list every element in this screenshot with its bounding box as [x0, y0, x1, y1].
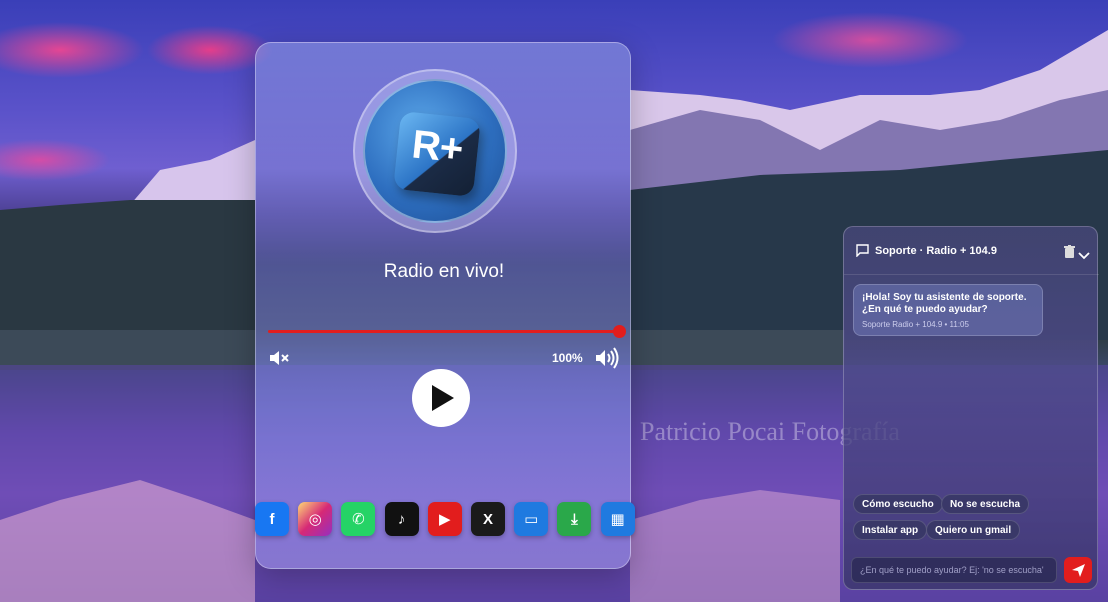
film-icon: ▦ — [610, 511, 625, 528]
chip-no-se-escucha[interactable]: No se escucha — [941, 494, 1030, 514]
send-icon — [1071, 563, 1085, 577]
assistant-message: ¡Hola! Soy tu asistente de soporte. ¿En … — [853, 284, 1043, 336]
instagram-icon: ◎ — [308, 511, 322, 528]
radio-player-card: R+ Radio en vivo! 100% f ◎ ✆ ♪ ▶ X ▭ ⤓ ▦ — [255, 42, 635, 569]
facebook-button[interactable]: f — [255, 502, 289, 536]
progress-bar[interactable] — [268, 330, 620, 333]
player-title: Radio en vivo! — [383, 261, 505, 282]
progress-knob[interactable] — [613, 325, 626, 338]
instagram-button[interactable]: ◎ — [298, 502, 333, 536]
whatsapp-button[interactable]: ✆ — [341, 502, 376, 536]
play-icon — [432, 385, 454, 411]
chat-title: Soporte · Radio + 104.9 — [875, 245, 997, 257]
message-text: ¡Hola! Soy tu asistente de soporte. ¿En … — [862, 292, 1027, 315]
logo-text: R+ — [409, 122, 465, 172]
chat-header: Soporte · Radio + 104.9 — [844, 227, 1099, 275]
tiktok-icon: ♪ — [397, 510, 406, 528]
volume-icon[interactable] — [594, 347, 620, 374]
volume-level: 100% — [552, 351, 583, 365]
tiktok-button[interactable]: ♪ — [384, 502, 419, 536]
send-button[interactable] — [1064, 557, 1092, 583]
youtube-button[interactable]: ▶ — [427, 502, 462, 536]
tv-icon: ▭ — [524, 511, 539, 528]
station-logo: R+ — [353, 69, 517, 233]
play-button[interactable] — [412, 369, 470, 427]
chat-bubble-icon — [856, 244, 869, 262]
mute-icon[interactable] — [268, 348, 292, 373]
chip-como-escucho[interactable]: Cómo escucho — [853, 494, 943, 514]
support-chat-panel: Soporte · Radio + 104.9 ¡Hola! Soy tu as… — [843, 226, 1099, 590]
chevron-down-icon[interactable] — [1078, 247, 1090, 265]
chat-input[interactable] — [851, 557, 1057, 583]
youtube-icon: ▶ — [439, 511, 451, 528]
facebook-icon: f — [269, 510, 275, 528]
film-button[interactable]: ▦ — [600, 502, 635, 536]
trash-icon[interactable] — [1064, 245, 1075, 263]
whatsapp-icon: ✆ — [352, 511, 365, 528]
x-button[interactable]: X — [471, 502, 505, 536]
message-meta: Soporte Radio + 104.9 • 11:05 — [862, 320, 969, 329]
logo-circle: R+ — [363, 79, 507, 223]
chip-instalar-app[interactable]: Instalar app — [853, 520, 928, 540]
tv-button[interactable]: ▭ — [514, 502, 549, 536]
x-icon: X — [482, 510, 493, 528]
download-button[interactable]: ⤓ — [557, 502, 592, 536]
download-icon: ⤓ — [571, 510, 578, 528]
chip-quiero-gmail[interactable]: Quiero un gmail — [926, 520, 1021, 540]
